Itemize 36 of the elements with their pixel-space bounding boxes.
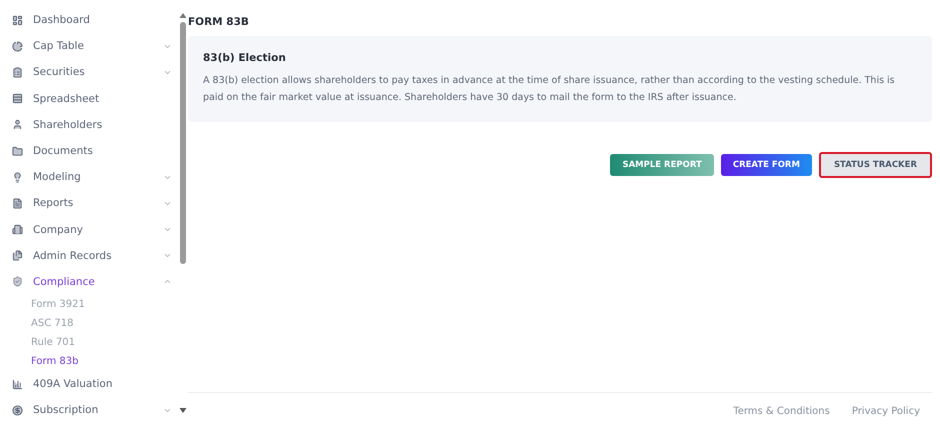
person-icon [12,119,23,130]
sidebar-item[interactable]: 409A Valuation [12,371,178,398]
card-heading: 83(b) Election [203,52,287,64]
sidebar-item[interactable]: Documents [12,138,178,164]
lightbulb-icon [12,172,23,183]
sidebar-item[interactable]: Compliance [12,268,178,296]
footer-link[interactable]: Terms & Conditions [733,406,830,417]
action-button[interactable]: SAMPLE REPORT [610,154,714,176]
action-button[interactable]: STATUS TRACKER [818,152,932,178]
footer-link[interactable]: Privacy Policy [852,406,920,417]
sidebar-subitem[interactable]: Form 83b [12,352,178,372]
scrollbar-drawing[interactable] [179,12,187,414]
dollar-coin-icon [12,404,23,416]
sidebar-item[interactable]: Admin Records [12,242,178,269]
sidebar-item[interactable]: Spreadsheet [12,86,178,112]
bar-chart-icon [12,378,23,390]
sidebar-item[interactable]: Cap Table [12,33,178,60]
page-title: FORM 83B [188,16,250,28]
sidebar-item[interactable]: Shareholders [12,112,178,138]
dashboard-icon [12,14,23,26]
sidebar-item[interactable]: Company [12,216,178,243]
shield-check-icon [12,276,23,288]
clipboard-icon [12,66,23,78]
card-description: A 83(b) election allows shareholders to pay taxes in advance at the time of share issuance, rather than according to the vesting schedule. This is paid on the fair market value at issuance. Shareholders have 30 days to mail the form to the IRS after issuance. [203,74,896,105]
pie-chart-icon [12,40,23,52]
sidebar-item[interactable]: Reports [12,190,178,216]
sidebar-item[interactable]: Subscription [12,397,178,424]
table-icon [12,93,23,104]
sidebar-item[interactable]: Dashboard [12,7,178,34]
action-button[interactable]: CREATE FORM [720,154,812,176]
sidebar-item[interactable]: Securities [12,59,178,86]
document-icon [12,198,23,209]
files-icon [12,250,23,262]
folder-icon [12,146,23,157]
building-icon [12,224,23,236]
sidebar-item[interactable]: Modeling [12,164,178,190]
